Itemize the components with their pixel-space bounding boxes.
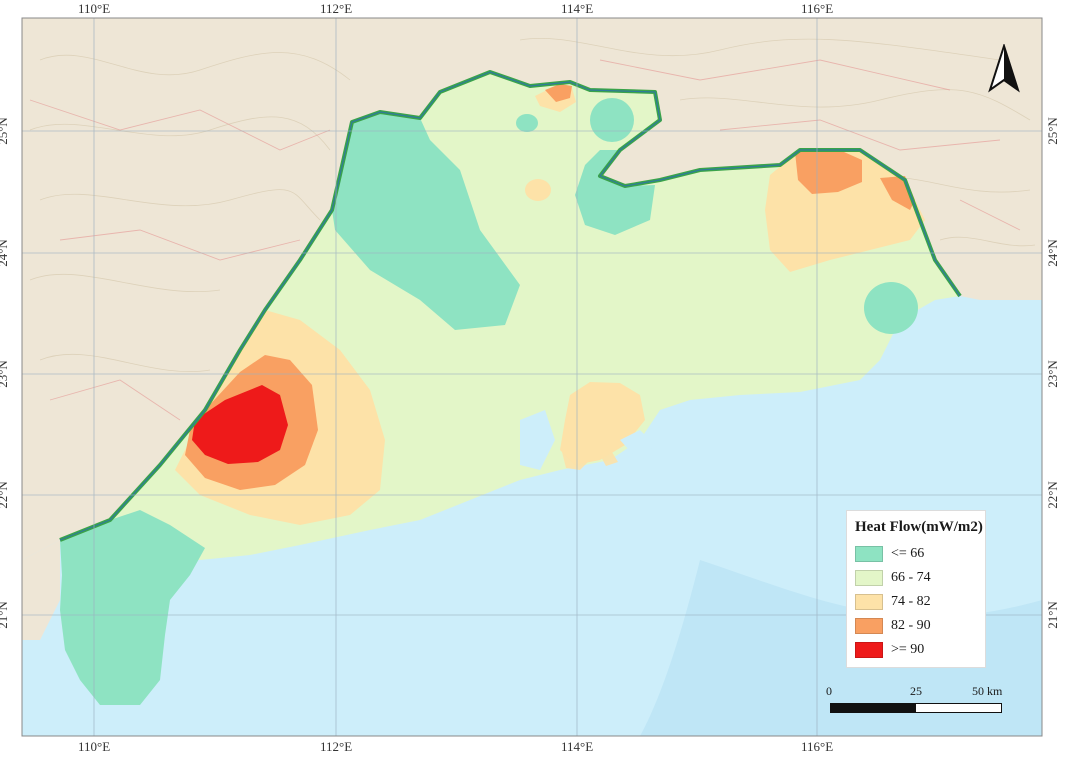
legend-label: 66 - 74 — [891, 570, 931, 585]
legend-item: 66 - 74 — [855, 566, 977, 590]
legend-item: 74 - 82 — [855, 590, 977, 614]
legend-swatch — [855, 570, 883, 586]
heat-flow-zone-le-66-east — [864, 282, 918, 334]
heat-flow-zone-le-66-small — [516, 114, 538, 132]
legend-item: >= 90 — [855, 638, 977, 662]
lat-label-right: 24°N — [1044, 239, 1060, 267]
heat-flow-zone-74-82-small — [525, 179, 551, 201]
lon-label-bottom: 112°E — [320, 739, 353, 754]
lon-label-top: 110°E — [78, 1, 111, 16]
scale-bar: 0 25 50 km — [826, 684, 1006, 718]
lat-label-right: 25°N — [1044, 117, 1060, 145]
scale-tick-label: 25 — [910, 684, 922, 698]
lat-label-left: 24°N — [0, 239, 10, 267]
scale-bar-graphic — [830, 703, 1002, 713]
lon-label-top: 112°E — [320, 1, 353, 16]
lat-label-right: 21°N — [1044, 601, 1060, 629]
scale-bar-black-segment — [831, 704, 916, 712]
lon-label-bottom: 114°E — [561, 739, 594, 754]
legend-swatch — [855, 618, 883, 634]
legend: Heat Flow(mW/m2) <= 66 66 - 74 74 - 82 8… — [846, 510, 986, 668]
legend-label: <= 66 — [891, 546, 925, 561]
legend-items: <= 66 66 - 74 74 - 82 82 - 90 >= 90 — [855, 542, 977, 662]
legend-title: Heat Flow(mW/m2) — [855, 519, 983, 535]
north-arrow-icon — [988, 44, 1020, 93]
legend-item: <= 66 — [855, 542, 977, 566]
legend-item: 82 - 90 — [855, 614, 977, 638]
lon-label-top: 114°E — [561, 1, 594, 16]
lon-label-bottom: 116°E — [801, 739, 834, 754]
lat-label-left: 23°N — [0, 360, 10, 388]
scale-tick-label: 0 — [826, 684, 832, 698]
lat-label-left: 22°N — [0, 481, 10, 509]
scale-tick-label: 50 km — [972, 684, 1003, 698]
heat-flow-zone-le-66-north — [590, 98, 634, 142]
lon-label-bottom: 110°E — [78, 739, 111, 754]
lon-label-top: 116°E — [801, 1, 834, 16]
lat-label-left: 21°N — [0, 601, 10, 629]
lat-label-left: 25°N — [0, 117, 10, 145]
lat-label-right: 23°N — [1044, 360, 1060, 388]
legend-label: 82 - 90 — [891, 618, 931, 633]
legend-swatch — [855, 594, 883, 610]
legend-label: 74 - 82 — [891, 594, 931, 609]
legend-swatch — [855, 642, 883, 658]
legend-swatch — [855, 546, 883, 562]
legend-label: >= 90 — [891, 642, 925, 657]
lat-label-right: 22°N — [1044, 481, 1060, 509]
